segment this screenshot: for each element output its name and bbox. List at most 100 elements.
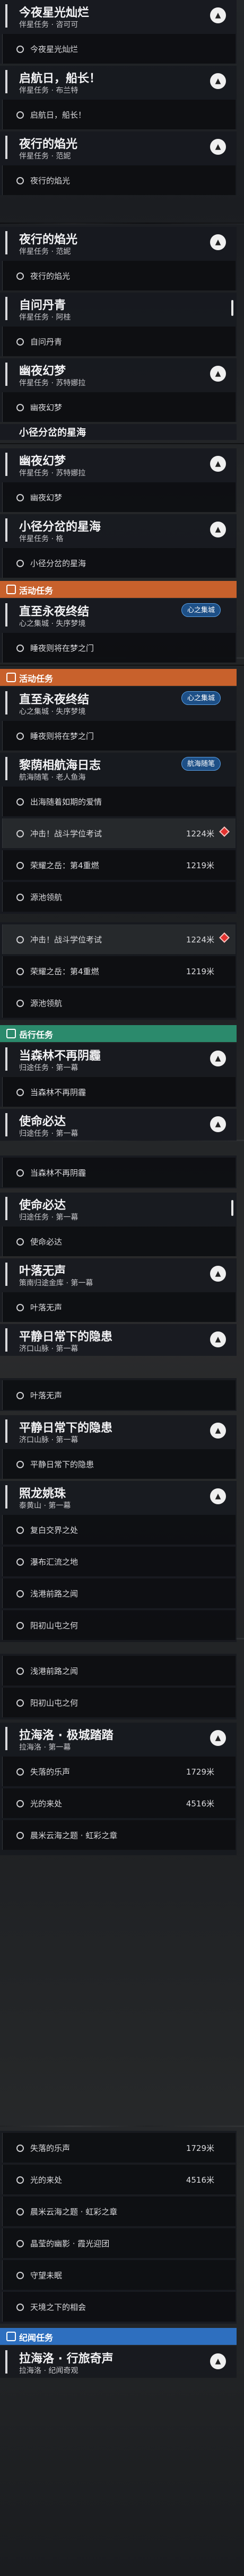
quest-header[interactable]: 使命必达 归途任务 · 第一幕 ▲ xyxy=(0,1109,237,1140)
quest-header[interactable]: 平静日常下的隐患 济口山脉 · 第一幕 ▲ xyxy=(0,1415,237,1446)
scrollbar[interactable] xyxy=(231,1200,233,1216)
objective-row[interactable]: 阳初山屯之何 xyxy=(2,1610,236,1640)
quest-header[interactable]: 小径分岔的星海 伴星任务 · 格 ▲ xyxy=(0,514,237,545)
quest-header[interactable]: 使命必达 归途任务 · 第一幕 xyxy=(0,1193,237,1223)
objective-label: 叶落无声 xyxy=(30,1303,63,1312)
quest-header[interactable]: 直至永夜终结 心之集城 · 失序梦境 心之集城 xyxy=(0,599,237,630)
objective-label: 荣耀之岳：第4重燃 xyxy=(30,861,99,870)
objective-row[interactable]: 荣耀之岳：第4重燃 1219米 xyxy=(2,956,236,986)
quest-subtitle: 拉海洛 · 第一幕 xyxy=(19,1743,71,1752)
objective-row[interactable]: 阳初山屯之何 xyxy=(2,1688,236,1717)
objective-row[interactable]: 守望未眠 xyxy=(2,2260,236,2290)
objective-row[interactable]: 荣耀之岳：第4重燃 1219米 xyxy=(2,850,236,880)
category-label: 纪闻任务 xyxy=(19,2333,54,2343)
objective-row[interactable]: 今夜星光灿烂 xyxy=(2,34,236,64)
chevron-up-icon[interactable]: ▲ xyxy=(210,456,226,472)
ring-icon xyxy=(16,894,24,901)
objective-label: 阳初山屯之何 xyxy=(30,1698,79,1708)
objective-row[interactable]: 瀑布汇流之地 xyxy=(2,1547,236,1576)
chevron-up-icon[interactable]: ▲ xyxy=(210,1730,226,1746)
objective-row[interactable]: 睡夜则将在梦之门 xyxy=(2,633,236,663)
objective-row[interactable]: 平静日常下的隐患 xyxy=(2,1449,236,1479)
quest-header[interactable]: 叶落无声 策南归途金库 · 第一幕 ▲ xyxy=(0,1258,237,1289)
objective-row[interactable]: 当森林不再阴霾 xyxy=(2,1158,236,1187)
objective-row[interactable]: 失落的乐声 1729米 xyxy=(2,2133,236,2163)
quest-header[interactable]: 黎荫相航海日志 航海随笔 · 老人鱼海 航海随笔 xyxy=(0,753,237,783)
objective-row[interactable]: 幽夜幻梦 xyxy=(2,482,236,512)
quest-header[interactable]: 当森林不再阴霾 归途任务 · 第一幕 ▲ xyxy=(0,1043,237,1074)
ring-icon xyxy=(16,936,24,943)
chevron-up-icon[interactable]: ▲ xyxy=(210,73,226,89)
quest-header[interactable]: 照龙姚珠 泰黄山 · 第一幕 ▲ xyxy=(0,1481,237,1512)
objective-row[interactable]: 启航日，船长！ xyxy=(2,100,236,129)
objective-label: 晶莹的幽影 · 霞光迎团 xyxy=(30,2239,110,2248)
objective-row[interactable]: 浅港前路之闻 xyxy=(2,1578,236,1608)
ring-icon xyxy=(16,968,24,975)
chevron-up-icon[interactable]: ▲ xyxy=(210,234,226,250)
objective-row[interactable]: 叶落无声 xyxy=(2,1380,236,1410)
quest-header[interactable]: 夜行的焰光 伴星任务 · 范妮 ▲ xyxy=(0,131,237,162)
chevron-up-icon[interactable]: ▲ xyxy=(210,1266,226,1282)
quest-title: 照龙姚珠 xyxy=(19,1487,66,1501)
objective-row[interactable]: 幽夜幻梦 xyxy=(2,392,236,422)
distance-label: 1224米 xyxy=(186,829,214,839)
chevron-up-icon[interactable]: ▲ xyxy=(210,1488,226,1504)
chevron-up-icon[interactable]: ▲ xyxy=(210,7,226,23)
quest-header[interactable]: 平静日常下的隐患 济口山脉 · 第一幕 ▲ xyxy=(0,1324,237,1355)
objective-row[interactable]: 天境之下的相会 xyxy=(2,2292,236,2322)
quest-title: 今夜星光灿烂 xyxy=(19,6,90,20)
objective-row[interactable]: 使命必达 xyxy=(2,1227,236,1256)
objective-row[interactable]: 失落的乐声 1729米 xyxy=(2,1757,236,1786)
objective-row[interactable]: 光的来处 4516米 xyxy=(2,1788,236,1818)
chevron-up-icon[interactable]: ▲ xyxy=(210,522,226,537)
quest-subtitle: 伴星任务 · 咨可可 xyxy=(19,21,79,29)
objective-row[interactable]: 冲击！战斗学位考试 1224米 xyxy=(2,924,236,954)
objective-row[interactable]: 冲击！战斗学位考试 1224米 xyxy=(2,818,236,848)
objective-row[interactable]: 光的来处 4516米 xyxy=(2,2165,236,2194)
chevron-up-icon[interactable]: ▲ xyxy=(210,1423,226,1439)
chevron-up-icon[interactable]: ▲ xyxy=(210,1331,226,1347)
objective-label: 复白交界之处 xyxy=(30,1525,79,1535)
quest-header[interactable]: 自问丹青 伴星任务 · 阿桂 xyxy=(0,293,237,323)
objective-row[interactable]: 夜行的焰光 xyxy=(2,165,236,195)
ring-icon xyxy=(16,1699,24,1707)
daily-icon xyxy=(6,1029,16,1038)
objective-row[interactable]: 晶莹的幽影 · 霞光迎团 xyxy=(2,2228,236,2258)
chevron-up-icon[interactable]: ▲ xyxy=(210,1116,226,1132)
quest-header[interactable]: 拉海洛 · 行旅奇声 拉海洛 · 纪闻奇观 ▲ xyxy=(0,2346,237,2377)
objective-row[interactable]: 睡夜则将在梦之门 xyxy=(2,721,236,751)
quest-title: 自问丹青 xyxy=(19,299,66,312)
objective-row[interactable]: 复白交界之处 xyxy=(2,1515,236,1545)
objective-label: 幽夜幻梦 xyxy=(30,493,63,502)
chevron-up-icon[interactable]: ▲ xyxy=(210,139,226,155)
objective-row[interactable]: 晨米云海之题 · 虹彩之章 xyxy=(2,1820,236,1850)
objective-label: 天境之下的相会 xyxy=(30,2302,86,2312)
quest-header[interactable]: 幽夜幻梦 伴星任务 · 苏特娜拉 ▲ xyxy=(0,358,237,389)
quest-header[interactable]: 直至永夜终结 心之集城 · 失序梦境 心之集城 xyxy=(0,687,237,718)
objective-row[interactable]: 夜行的焰光 xyxy=(2,261,236,290)
quest-header[interactable]: 启航日，船长！ 伴星任务 · 布兰特 ▲ xyxy=(0,66,237,96)
chevron-up-icon[interactable]: ▲ xyxy=(210,1051,226,1066)
ring-icon xyxy=(16,2304,24,2311)
quest-header[interactable]: 拉海洛 · 极城踏踏 拉海洛 · 第一幕 ▲ xyxy=(0,1723,237,1753)
chevron-up-icon[interactable]: ▲ xyxy=(210,366,226,382)
quest-header[interactable]: 幽夜幻梦 伴星任务 · 苏特娜拉 ▲ xyxy=(0,448,237,479)
objective-row[interactable]: 源池领航 xyxy=(2,882,236,912)
objective-row[interactable]: 叶落无声 xyxy=(2,1292,236,1322)
quest-header[interactable]: 小径分岔的星海 xyxy=(0,424,237,440)
objective-label: 今夜星光灿烂 xyxy=(30,45,79,54)
quest-subtitle: 归途任务 · 第一幕 xyxy=(19,1213,79,1222)
distance-label: 4516米 xyxy=(186,1799,214,1809)
scrollbar[interactable] xyxy=(231,300,233,316)
objective-row[interactable]: 浅港前路之闻 xyxy=(2,1656,236,1686)
quest-header[interactable]: 今夜星光灿烂 伴星任务 · 咨可可 ▲ xyxy=(0,0,237,31)
objective-row[interactable]: 自问丹青 xyxy=(2,327,236,356)
objective-label: 源池领航 xyxy=(30,893,63,902)
objective-row[interactable]: 小径分岔的星海 xyxy=(2,548,236,578)
objective-row[interactable]: 晨米云海之题 · 虹彩之章 xyxy=(2,2196,236,2226)
quest-header[interactable]: 夜行的焰光 伴星任务 · 范妮 ▲ xyxy=(0,227,237,258)
objective-row[interactable]: 出海随着如期的爱情 xyxy=(2,787,236,816)
chevron-up-icon[interactable]: ▲ xyxy=(210,2353,226,2369)
objective-row[interactable]: 源池领航 xyxy=(2,988,236,1018)
objective-row[interactable]: 当森林不再阴霾 xyxy=(2,1077,236,1107)
